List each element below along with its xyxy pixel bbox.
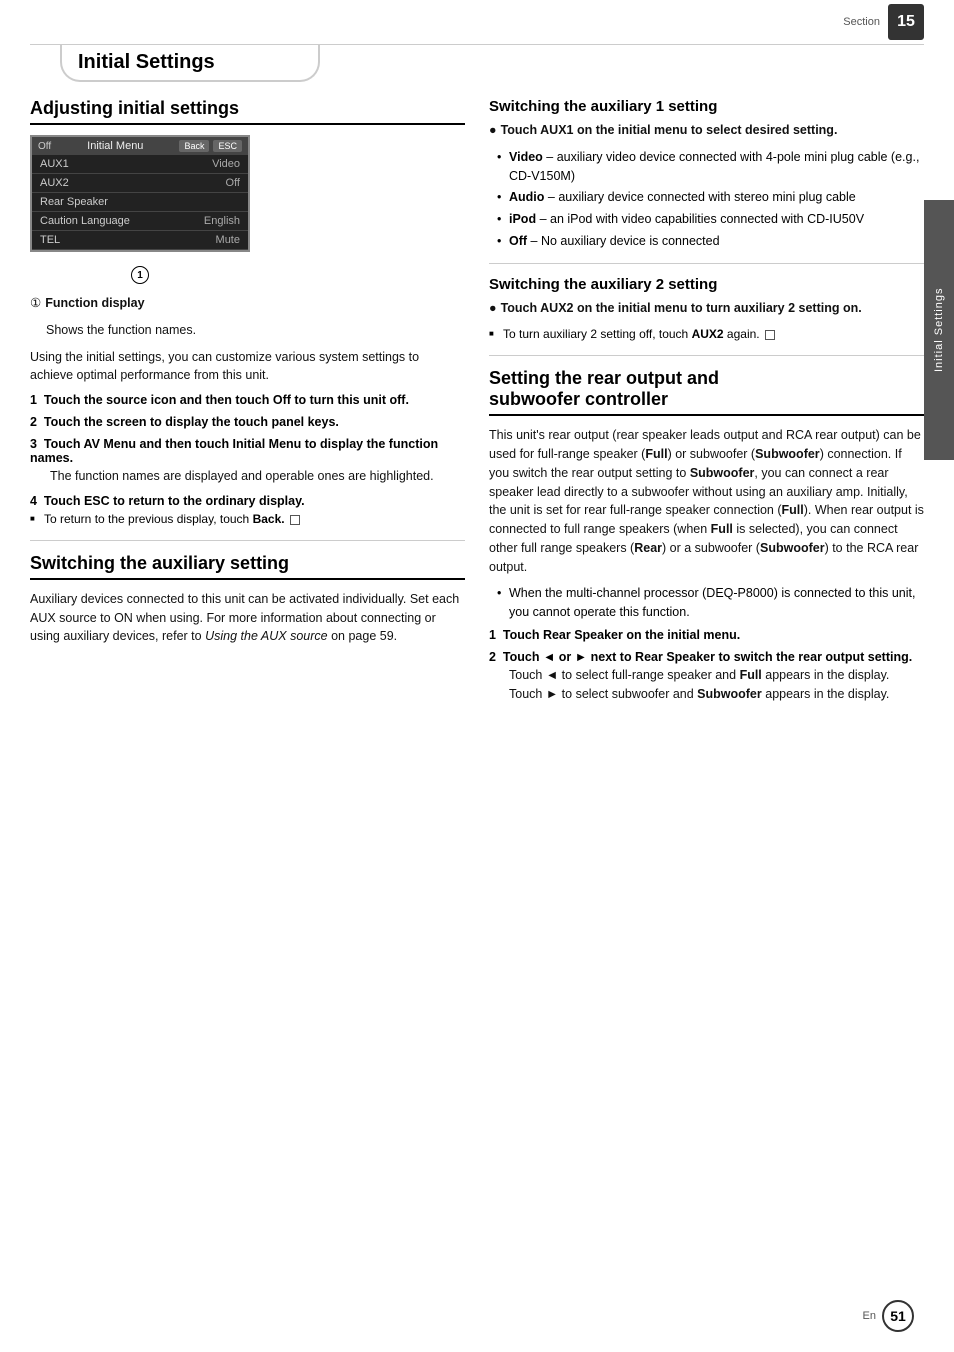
aux2-icon <box>765 330 775 340</box>
page-title: Initial Settings <box>78 51 302 74</box>
menu-row-value: Off <box>226 177 240 189</box>
menu-buttons: Back ESC <box>179 140 242 152</box>
en-label: En <box>863 1310 876 1322</box>
rear-step-2: 2 Touch ◄ or ► next to Rear Speaker to s… <box>489 650 924 704</box>
intro-text: Using the initial settings, you can cust… <box>30 348 465 386</box>
step-4-note: To return to the previous display, touch… <box>30 510 465 528</box>
step-3: 3 Touch AV Menu and then touch Initial M… <box>30 437 465 486</box>
back-icon <box>290 515 300 525</box>
step-4: 4 Touch ESC to return to the ordinary di… <box>30 494 465 528</box>
menu-row-value: Mute <box>216 234 240 246</box>
aux1-bullet-list: Video – auxiliary video device connected… <box>497 148 924 251</box>
switching-aux-heading: Switching the auxiliary setting <box>30 553 465 580</box>
aux2-note: To turn auxiliary 2 setting off, touch A… <box>489 325 924 343</box>
aux1-bullet-video: Video – auxiliary video device connected… <box>497 148 924 186</box>
adjusting-heading: Adjusting initial settings <box>30 98 465 125</box>
menu-row-name: Caution Language <box>40 215 130 227</box>
menu-row-caution[interactable]: Caution Language English <box>32 212 248 231</box>
menu-row-aux1[interactable]: AUX1 Video <box>32 155 248 174</box>
rear-step-1: 1 Touch Rear Speaker on the initial menu… <box>489 628 924 642</box>
header-bar: Section 15 <box>30 0 924 45</box>
off-label: Off <box>38 141 51 152</box>
right-column: Switching the auxiliary 1 setting ●Touch… <box>489 98 924 711</box>
rear-step-2-header: 2 Touch ◄ or ► next to Rear Speaker to s… <box>489 650 924 664</box>
aux1-bullet-ipod: iPod – an iPod with video capabilities c… <box>497 210 924 229</box>
menu-title: Initial Menu <box>87 140 143 152</box>
menu-row-rear[interactable]: Rear Speaker <box>32 193 248 212</box>
rear-step-1-header: 1 Touch Rear Speaker on the initial menu… <box>489 628 924 642</box>
menu-row-value: English <box>204 215 240 227</box>
divider-3 <box>489 355 924 356</box>
menu-row-tel[interactable]: TEL Mute <box>32 231 248 250</box>
section-number: 15 <box>888 4 924 40</box>
aux1-bullet-off: Off – No auxiliary device is connected <box>497 232 924 251</box>
page-number: 51 <box>882 1300 914 1332</box>
function-display-desc: Shows the function names. <box>30 321 465 340</box>
menu-screenshot: Off Initial Menu Back ESC AUX1 Video AUX… <box>30 135 250 294</box>
step-4-header: 4 Touch ESC to return to the ordinary di… <box>30 494 465 508</box>
step-1-header: 1 Touch the source icon and then touch O… <box>30 393 465 407</box>
page-title-banner: Initial Settings <box>60 45 320 82</box>
back-btn[interactable]: Back <box>179 140 209 152</box>
step-1: 1 Touch the source icon and then touch O… <box>30 393 465 407</box>
rear-heading: Setting the rear output andsubwoofer con… <box>489 368 924 416</box>
menu-row-aux2[interactable]: AUX2 Off <box>32 174 248 193</box>
step-2-header: 2 Touch the screen to display the touch … <box>30 415 465 429</box>
menu-container: Off Initial Menu Back ESC AUX1 Video AUX… <box>30 135 465 294</box>
menu-row-name: Rear Speaker <box>40 196 108 208</box>
aux1-heading: Switching the auxiliary 1 setting <box>489 98 924 115</box>
divider-2 <box>489 263 924 264</box>
menu-image: Off Initial Menu Back ESC AUX1 Video AUX… <box>30 135 250 252</box>
function-display-section: ①Function display Shows the function nam… <box>30 294 465 340</box>
main-content: Adjusting initial settings Off Initial M… <box>30 98 924 711</box>
menu-row-value: Video <box>212 158 240 170</box>
menu-row-name: TEL <box>40 234 60 246</box>
aux2-bullet-intro: ●Touch AUX2 on the initial menu to turn … <box>489 299 924 318</box>
aux1-bullet-audio: Audio – auxiliary device connected with … <box>497 188 924 207</box>
aux2-heading: Switching the auxiliary 2 setting <box>489 276 924 293</box>
function-display-label: ①Function display <box>30 294 465 313</box>
menu-row-name: AUX2 <box>40 177 69 189</box>
menu-top-bar: Off Initial Menu Back ESC <box>32 137 248 155</box>
esc-btn[interactable]: ESC <box>213 140 242 152</box>
page-number-bar: En 51 <box>863 1300 914 1332</box>
rear-step-2-body: Touch ◄ to select full-range speaker and… <box>489 666 924 704</box>
step-3-body: The function names are displayed and ope… <box>30 467 465 486</box>
rear-text1: This unit's rear output (rear speaker le… <box>489 426 924 576</box>
step-2: 2 Touch the screen to display the touch … <box>30 415 465 429</box>
annotation-row: 1 <box>30 262 250 288</box>
step-3-header: 3 Touch AV Menu and then touch Initial M… <box>30 437 465 465</box>
section-label: Section <box>843 16 880 28</box>
divider <box>30 540 465 541</box>
annotation-1: 1 <box>131 266 149 284</box>
aux1-bullet-intro: ●Touch AUX1 on the initial menu to selec… <box>489 121 924 140</box>
left-column: Adjusting initial settings Off Initial M… <box>30 98 465 711</box>
switching-aux-text: Auxiliary devices connected to this unit… <box>30 590 465 646</box>
rear-bullet-list: When the multi-channel processor (DEQ-P8… <box>497 584 924 622</box>
side-label: Initial Settings <box>924 200 954 460</box>
menu-row-name: AUX1 <box>40 158 69 170</box>
rear-bullet-1: When the multi-channel processor (DEQ-P8… <box>497 584 924 622</box>
